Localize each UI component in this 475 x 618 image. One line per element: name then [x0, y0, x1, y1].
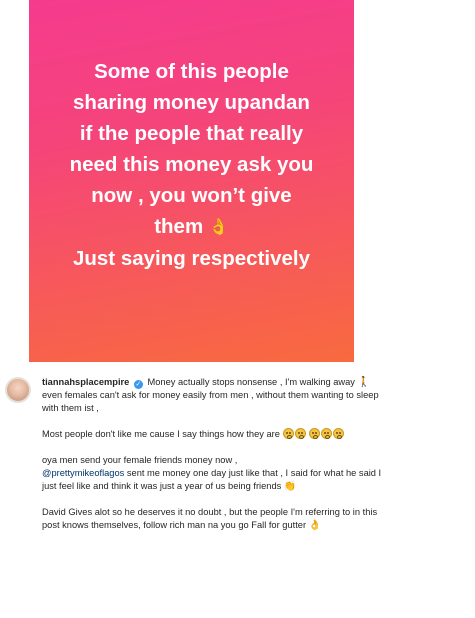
username-link[interactable]: tiannahsplacempire [42, 377, 129, 387]
flushed-face-icon [321, 428, 333, 439]
verified-badge-icon: ✓ [133, 380, 143, 389]
caption-paragraph-3: oya men send your female friends money n… [42, 454, 382, 493]
flushed-face-icon [282, 428, 294, 439]
caption-text: Money actually stops nonsense , I'm walk… [147, 377, 355, 387]
story-line-with-emoji: them 👌 [37, 211, 347, 243]
caption-paragraph-4: David Gives alot so he deserves it no do… [42, 506, 382, 532]
ok-hand-icon: 👌 [208, 219, 229, 236]
story-line: Just saying respectively [72, 247, 310, 270]
comment-body: tiannahsplacempire ✓ Money actually stop… [42, 376, 382, 532]
story-line: now , you won’t give [91, 184, 292, 207]
caption-text: Most people don't like me cause I say th… [42, 429, 280, 439]
ok-hand-icon: 👌 [308, 520, 322, 531]
flushed-face-icon [294, 428, 306, 439]
story-text: Some of this people sharing money upanda… [37, 56, 347, 274]
caption-text: David Gives alot so he deserves it no do… [42, 507, 378, 530]
person-walking-icon: 🚶 [357, 377, 371, 388]
caption-text: oya men send your female friends money n… [42, 455, 238, 465]
flushed-face-icon [309, 428, 321, 439]
mention-link[interactable]: @prettymikeoflagos [42, 468, 124, 478]
clapping-hands-icon: 👏 [283, 481, 297, 492]
instagram-post: Some of this people sharing money upanda… [0, 0, 475, 618]
caption-text: even females can't ask for money easily … [42, 390, 379, 413]
avatar[interactable] [5, 377, 31, 403]
story-line: if the people that really [79, 122, 304, 145]
story-image: Some of this people sharing money upanda… [29, 0, 354, 362]
story-line: Some of this people [94, 60, 289, 83]
caption-paragraph-1: tiannahsplacempire ✓ Money actually stop… [42, 376, 382, 415]
story-line: sharing money upandan [73, 91, 310, 114]
caption-paragraph-2: Most people don't like me cause I say th… [42, 428, 382, 441]
story-line: them [154, 215, 204, 238]
flushed-face-icon [333, 428, 345, 439]
story-line: need this money ask you [69, 153, 314, 176]
